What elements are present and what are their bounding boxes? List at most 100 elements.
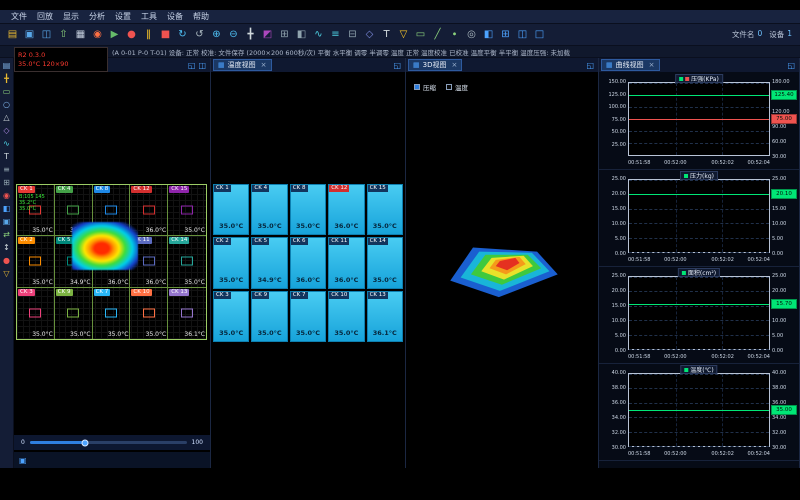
histogram-icon[interactable]: ≡: [327, 25, 344, 45]
window-max-icon[interactable]: □: [531, 25, 548, 45]
timeline-slider[interactable]: [30, 441, 187, 444]
temperature-tile[interactable]: CK 1035.0°C: [328, 291, 364, 342]
line-tool-icon[interactable]: ╱: [429, 25, 446, 45]
menu-item-2[interactable]: 显示: [58, 11, 84, 22]
window-split-icon[interactable]: ◧: [480, 25, 497, 45]
temperature-tile[interactable]: CK 1236.0°C: [328, 184, 364, 235]
roi-rect-icon[interactable]: ▭: [412, 25, 429, 45]
zoom-in-icon[interactable]: ⊕: [208, 25, 225, 45]
measure-cell[interactable]: CK 235.0°C: [17, 236, 55, 287]
settings-icon[interactable]: ◎: [463, 25, 480, 45]
measure-cell[interactable]: CK 935.0°C: [55, 288, 93, 339]
temperature-tile[interactable]: CK 735.0°C: [290, 291, 326, 342]
temperature-tile[interactable]: CK 534.9°C: [251, 237, 287, 288]
measure-cell[interactable]: CK 1435.0°C: [168, 236, 206, 287]
close-icon[interactable]: ×: [451, 61, 457, 69]
p1-panel-controls[interactable]: ◱ ◫: [188, 61, 208, 70]
point-tool-icon[interactable]: ∙: [446, 25, 463, 45]
measure-cell[interactable]: CK 135.0°CB:105 145 35.2°C 35.0°C: [17, 185, 55, 236]
temperature-tile[interactable]: CK 835.0°C: [290, 184, 326, 235]
measure-cell[interactable]: CK 1535.0°C: [168, 185, 206, 236]
p2-panel-controls[interactable]: ◱: [393, 61, 403, 70]
snapshot-button-icon[interactable]: ▣: [19, 456, 27, 465]
vertical-adjust-icon[interactable]: ↕: [3, 243, 10, 252]
text-label-icon[interactable]: T: [4, 152, 9, 161]
temperature-tile[interactable]: CK 235.0°C: [213, 237, 249, 288]
legend-item-1[interactable]: 温度: [446, 82, 468, 92]
triangle-roi-icon[interactable]: △: [3, 113, 9, 122]
temperature-tile[interactable]: CK 1336.1°C: [367, 291, 403, 342]
menu-item-4[interactable]: 设置: [110, 11, 136, 22]
split-view-icon[interactable]: ◧: [3, 204, 11, 213]
pause-icon[interactable]: ‖: [140, 25, 157, 45]
save-all-icon[interactable]: ◫: [38, 25, 55, 45]
temperature-tile[interactable]: CK 335.0°C: [213, 291, 249, 342]
save-icon[interactable]: ▣: [21, 25, 38, 45]
zoom-out-icon[interactable]: ⊖: [225, 25, 242, 45]
refresh-icon[interactable]: ↻: [174, 25, 191, 45]
x-axis-tick: 00:52:02: [711, 160, 733, 166]
menu-item-5[interactable]: 工具: [136, 11, 162, 22]
tab-3d-view[interactable]: ▦ 3D视图 ×: [408, 59, 462, 71]
tab-curve-view[interactable]: ▦ 曲线视图 ×: [601, 59, 660, 71]
close-icon[interactable]: ×: [649, 61, 655, 69]
open-file-icon[interactable]: ▤: [4, 25, 21, 45]
p4-panel-controls[interactable]: ◱: [787, 61, 797, 70]
video-icon[interactable]: ▶: [106, 25, 123, 45]
y-axis-tick-left: 20.00: [599, 288, 626, 294]
temperature-tile[interactable]: CK 1136.0°C: [328, 237, 364, 288]
menu-item-6[interactable]: 设备: [162, 11, 188, 22]
undo-icon[interactable]: ↺: [191, 25, 208, 45]
table-icon[interactable]: ⊟: [344, 25, 361, 45]
y-axis-tick-right: 30.00: [772, 154, 799, 160]
marker-down-icon[interactable]: ▽: [3, 269, 9, 278]
camera-snapshot-icon[interactable]: ◉: [89, 25, 106, 45]
legend-item-0[interactable]: 压缩: [414, 82, 436, 92]
tab-temperature-view[interactable]: ▦ 温度视图 ×: [213, 59, 272, 71]
diamond-roi-icon[interactable]: ◇: [3, 126, 9, 135]
rect-roi-icon[interactable]: ▭: [3, 87, 11, 96]
grid-icon[interactable]: ⊞: [276, 25, 293, 45]
temperature-tile[interactable]: CK 636.0°C: [290, 237, 326, 288]
marker-icon[interactable]: ▽: [395, 25, 412, 45]
menu-item-3[interactable]: 分析: [84, 11, 110, 22]
cross-measure-icon[interactable]: ╋: [242, 25, 259, 45]
p3-panel-controls[interactable]: ◱: [586, 61, 596, 70]
export-icon[interactable]: ⇧: [55, 25, 72, 45]
grid-tool-icon[interactable]: ⊞: [3, 178, 10, 187]
record-icon[interactable]: ●: [123, 25, 140, 45]
temperature-tile[interactable]: CK 1535.0°C: [367, 184, 403, 235]
temperature-tile[interactable]: CK 135.0°C: [213, 184, 249, 235]
record-dot-icon[interactable]: ●: [3, 256, 10, 265]
curve-icon[interactable]: ∿: [310, 25, 327, 45]
close-icon[interactable]: ×: [261, 61, 267, 69]
window-cascade-icon[interactable]: ◫: [514, 25, 531, 45]
snapshot-tool-icon[interactable]: ▣: [3, 217, 11, 226]
measure-cell[interactable]: CK 335.0°C: [17, 288, 55, 339]
palette-icon[interactable]: ◩: [259, 25, 276, 45]
temperature-tile[interactable]: CK 1435.0°C: [367, 237, 403, 288]
curve-tool-icon[interactable]: ∿: [3, 139, 10, 148]
measure-cell[interactable]: CK 1035.0°C: [130, 288, 168, 339]
cube-3d-icon[interactable]: ◇: [361, 25, 378, 45]
layout-split-icon[interactable]: ◧: [293, 25, 310, 45]
target-icon[interactable]: ◉: [3, 191, 10, 200]
list-icon[interactable]: ≡: [3, 165, 10, 174]
stop-icon[interactable]: ■: [157, 25, 174, 45]
menu-item-1[interactable]: 回放: [32, 11, 58, 22]
measure-cell[interactable]: CK 735.0°C: [93, 288, 131, 339]
slider-knob[interactable]: [81, 439, 88, 446]
window-grid-icon[interactable]: ⊞: [497, 25, 514, 45]
print-icon[interactable]: ▦: [72, 25, 89, 45]
swap-icon[interactable]: ⇄: [3, 230, 10, 239]
text-tool-icon[interactable]: T: [378, 25, 395, 45]
temperature-tile[interactable]: CK 935.0°C: [251, 291, 287, 342]
temperature-tile[interactable]: CK 435.0°C: [251, 184, 287, 235]
menu-item-0[interactable]: 文件: [6, 11, 32, 22]
circle-roi-icon[interactable]: ○: [3, 100, 10, 109]
menu-item-7[interactable]: 帮助: [188, 11, 214, 22]
cross-tool-icon[interactable]: ╋: [4, 74, 9, 83]
osd-overlay-window[interactable]: R2 0.3.0 35.0°C 120×90: [14, 47, 108, 72]
measure-cell[interactable]: CK 1336.1°C: [168, 288, 206, 339]
pointer-tool-icon[interactable]: ▤: [3, 61, 11, 70]
